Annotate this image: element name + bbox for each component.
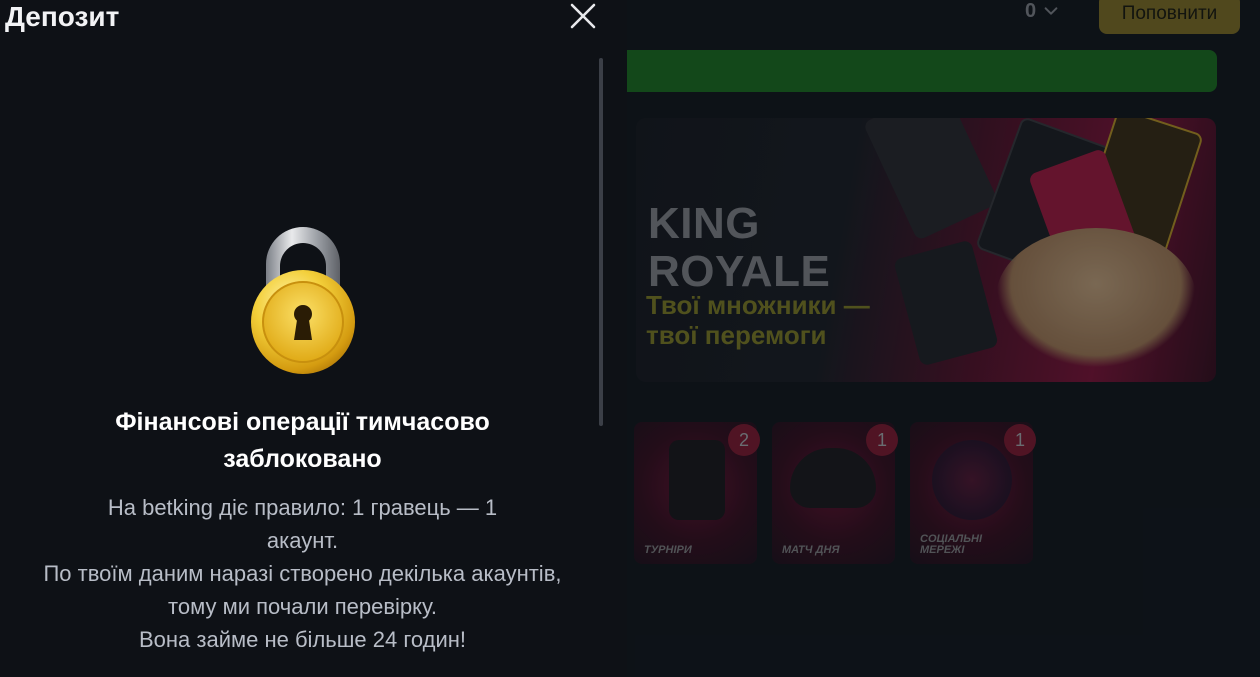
tile-tournaments[interactable]: ТУРНІРИ 2 xyxy=(634,422,760,564)
modal-title: Депозит xyxy=(5,1,120,32)
trophy-icon xyxy=(669,440,725,520)
balance-value: 0 xyxy=(1025,0,1037,22)
blocked-message: На betking діє правило: 1 гравець — 1 ак… xyxy=(20,491,585,656)
count-badge: 2 xyxy=(728,424,760,456)
banner-title: KING ROYALE xyxy=(648,200,830,296)
blocked-heading: Фінансові операції тимчасово заблоковано xyxy=(115,408,490,473)
tile-social[interactable]: СОЦІАЛЬНІ МЕРЕЖІ 1 xyxy=(910,422,1036,564)
banner-title-line: ROYALE xyxy=(648,247,831,296)
message-line: По твоїм даним наразі створено декілька … xyxy=(43,561,562,619)
tile-label: МАТЧ ДНЯ xyxy=(782,544,840,556)
close-button[interactable] xyxy=(567,0,599,32)
banner-subtitle-line: Твої множники — xyxy=(646,290,870,320)
banner-subtitle-line: твої перемоги xyxy=(646,320,827,350)
message-line: На betking діє правило: 1 гравець — 1 ак… xyxy=(107,495,498,553)
deposit-modal: Депозит Фінансові операції тимчасово заб… xyxy=(0,0,627,677)
top-bar: 0 Поповнити xyxy=(627,0,1260,40)
balance-dropdown[interactable]: 0 xyxy=(1025,0,1060,22)
close-icon xyxy=(570,3,596,29)
banner-subtitle: Твої множники — твої перемоги xyxy=(646,290,870,350)
banner-title-line: KING xyxy=(648,199,760,248)
tile-label: СОЦІАЛЬНІ МЕРЕЖІ xyxy=(920,533,982,556)
headphones-ball-icon xyxy=(790,448,876,508)
count-badge: 1 xyxy=(866,424,898,456)
promo-banner[interactable]: KING ROYALE Твої множники — твої перемог… xyxy=(636,118,1216,382)
chevron-down-icon xyxy=(1044,7,1058,15)
category-tiles: ТУРНІРИ 2 МАТЧ ДНЯ 1 СОЦІАЛЬНІ МЕРЕЖІ 1 xyxy=(634,422,1036,564)
deposit-button[interactable]: Поповнити xyxy=(1099,0,1240,34)
count-badge: 1 xyxy=(1004,424,1036,456)
promo-strip[interactable] xyxy=(627,50,1217,92)
tile-match-of-day[interactable]: МАТЧ ДНЯ 1 xyxy=(772,422,898,564)
social-icons-cluster-icon xyxy=(932,440,1012,520)
tile-label: ТУРНІРИ xyxy=(644,544,692,556)
message-line: Вона займе не більше 24 годин! xyxy=(138,627,467,652)
card-decoration xyxy=(893,239,999,367)
scrollbar[interactable] xyxy=(599,58,603,426)
padlock-icon xyxy=(251,227,355,374)
hand-illustration xyxy=(996,228,1196,368)
card-decoration xyxy=(862,118,1000,241)
